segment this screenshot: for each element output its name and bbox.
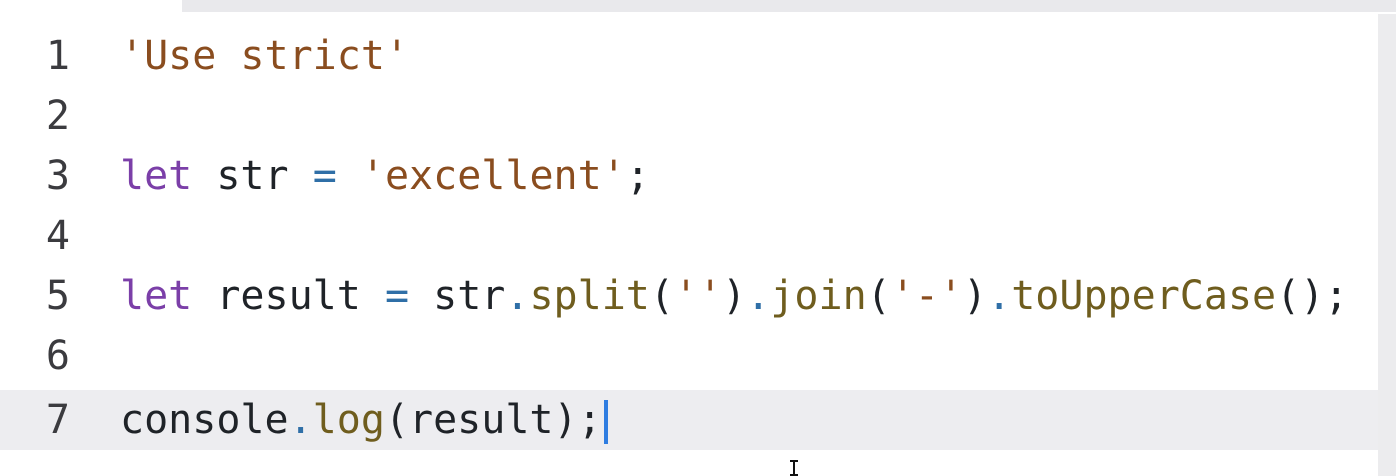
code-editor[interactable]: 1 'Use strict' 2 3 let str = 'excellent'; 4 5 l… — [0, 22, 1378, 476]
line-number: 6 — [45, 333, 70, 379]
code-token: result — [216, 273, 361, 319]
code-line[interactable]: 4 — [0, 206, 1378, 266]
code-token: (); — [1276, 273, 1349, 319]
line-number: 4 — [45, 213, 70, 259]
code-token: . — [987, 273, 1012, 319]
code-token: ) — [963, 273, 988, 319]
line-number: 2 — [45, 93, 70, 139]
code-token: toUpperCase — [1011, 273, 1277, 319]
code-token: ( — [649, 273, 674, 319]
line-number: 1 — [45, 33, 70, 79]
code-token: = — [312, 153, 337, 199]
code-token: split — [529, 273, 650, 319]
vertical-scrollbar[interactable] — [1378, 14, 1396, 476]
code-token: str — [433, 273, 506, 319]
code-token: . — [505, 273, 530, 319]
line-number: 5 — [45, 273, 70, 319]
code-token: = — [384, 273, 410, 319]
code-token: str — [216, 153, 289, 199]
code-token: . — [288, 397, 313, 443]
line-code: console.log(result); — [120, 390, 608, 450]
code-token: ( — [866, 273, 891, 319]
code-token: let — [120, 273, 193, 319]
code-line[interactable]: 3 let str = 'excellent'; — [0, 146, 1378, 206]
code-token: ; — [625, 153, 650, 199]
code-token: 'Use strict' — [120, 33, 409, 79]
code-token: (result); — [384, 397, 602, 443]
code-line[interactable]: 5 let result = str.split('').join('-').to… — [0, 266, 1378, 326]
tab-bar-background — [182, 0, 1396, 12]
editor-tab-bar — [0, 0, 1396, 14]
code-editor-window: 1 'Use strict' 2 3 let str = 'excellent'; 4 5 l… — [0, 0, 1396, 476]
code-token: join — [770, 273, 867, 319]
line-code: let str = 'excellent'; — [120, 146, 650, 206]
text-cursor-icon — [790, 460, 798, 476]
code-token: '' — [673, 273, 723, 319]
code-line[interactable]: 6 — [0, 326, 1378, 386]
line-number: 3 — [45, 153, 70, 199]
code-line[interactable]: 1 'Use strict' — [0, 26, 1378, 86]
code-line[interactable]: 7 console.log(result); — [0, 390, 1378, 450]
text-caret — [603, 400, 608, 444]
code-token: . — [746, 273, 771, 319]
line-code: let result = str.split('').join('-').toU… — [120, 266, 1348, 326]
code-token: ) — [722, 273, 747, 319]
line-number: 7 — [45, 397, 70, 443]
code-token: let — [120, 153, 193, 199]
code-token: console — [120, 397, 289, 443]
code-token: '-' — [890, 273, 964, 319]
line-code: 'Use strict' — [120, 26, 409, 86]
code-line[interactable]: 2 — [0, 86, 1378, 146]
code-token: log — [312, 397, 385, 443]
code-token: 'excellent' — [360, 153, 626, 199]
